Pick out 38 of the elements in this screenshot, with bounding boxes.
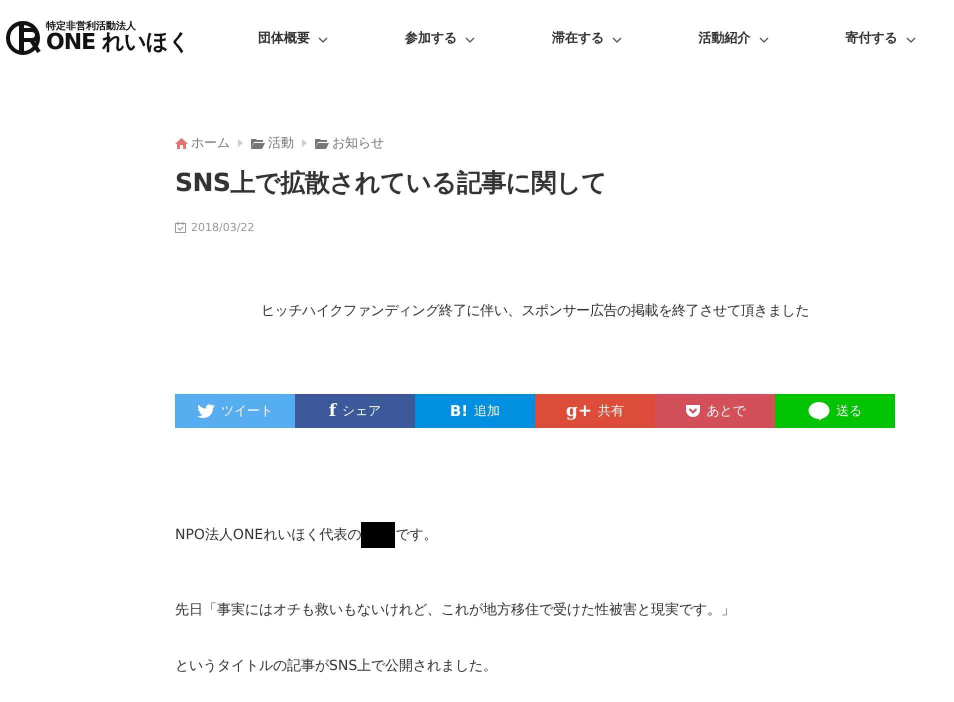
body-text: 先日「事実にはオチも救いもないけれど、これが地方移住で受けた性被害と現実です。」 — [175, 601, 736, 620]
share-button[interactable]: あとで — [655, 394, 775, 428]
breadcrumb-link[interactable]: 活動 — [251, 134, 294, 152]
caret-icon — [906, 36, 916, 44]
share-button[interactable]: B! 追加 — [415, 394, 535, 428]
body-text: です。 — [395, 526, 438, 545]
nav-item[interactable]: 団体概要 — [258, 29, 328, 47]
pocket-icon — [684, 404, 700, 418]
bird-icon — [197, 404, 215, 418]
redaction-block — [361, 522, 396, 548]
separator-icon — [302, 139, 307, 147]
share-button[interactable]: ツイート — [175, 394, 295, 428]
nav-item[interactable]: 寄付する — [846, 29, 916, 47]
caret-icon — [612, 36, 622, 44]
nav-item[interactable]: 活動紹介 — [698, 29, 769, 47]
breadcrumb-link[interactable]: お知らせ — [315, 134, 384, 152]
caret-icon — [465, 36, 476, 44]
logo-subtitle: 特定非営利活動法人 — [46, 22, 137, 32]
body-text: というタイトルの記事がSNS上で公開されました。 — [175, 657, 498, 676]
folder-icon — [251, 138, 265, 148]
caret-icon — [318, 36, 328, 44]
logo-name: ONE れいほく — [46, 32, 190, 54]
breadcrumb-link[interactable]: ホーム — [175, 134, 230, 152]
separator-icon — [238, 139, 243, 147]
caret-icon — [758, 36, 769, 44]
home-icon — [175, 138, 188, 148]
notice-text: ヒッチハイクファンディング終了に伴い、スポンサー広告の掲載を終了させて頂きました — [260, 302, 810, 320]
nav-item[interactable]: 滞在する — [552, 29, 622, 47]
body-text: NPO法人ONEれいほく代表の — [175, 526, 362, 545]
share-button[interactable]: f シェア — [295, 394, 415, 428]
post-date: 2018/03/22 — [191, 221, 254, 234]
share-button[interactable]: 送る — [775, 394, 895, 428]
article-title: SNS上で拡散されている記事に関して — [175, 167, 608, 199]
share-button[interactable]: g+ 共有 — [535, 394, 655, 428]
calendar-icon — [175, 222, 186, 233]
speech-bubble-icon — [808, 402, 830, 420]
folder-icon — [315, 138, 329, 148]
nav-item[interactable]: 参加する — [405, 29, 476, 47]
